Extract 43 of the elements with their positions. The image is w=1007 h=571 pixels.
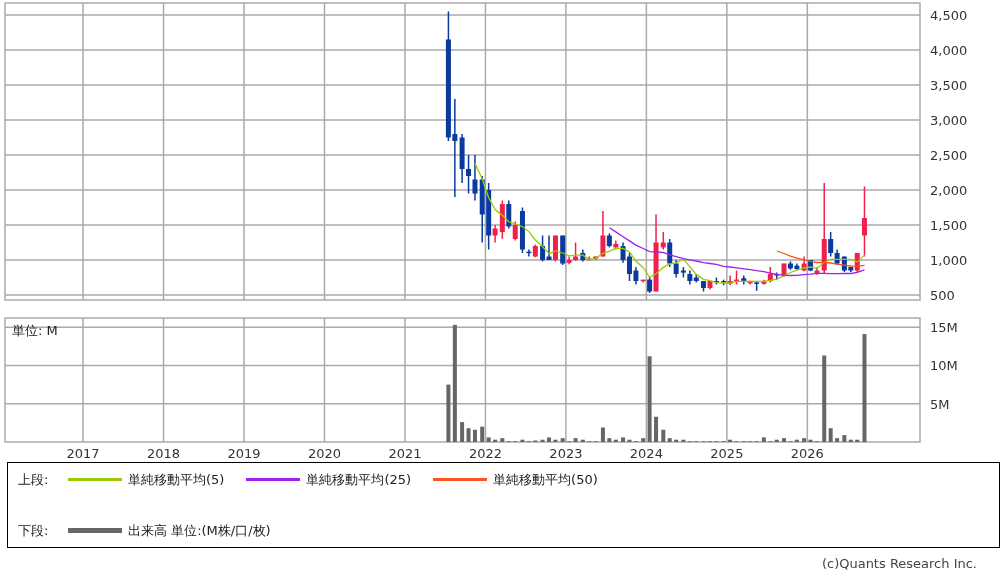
x-axis-label: 2018 (147, 446, 181, 461)
volume-bar (835, 438, 840, 442)
y-axis-label: 1,000 (930, 253, 968, 268)
x-axis-label: 2021 (388, 446, 422, 461)
legend-label: 単純移動平均(50) (493, 471, 598, 489)
volume-bar (493, 439, 498, 442)
y-axis-label: 1,500 (930, 218, 968, 233)
volume-bar (547, 437, 551, 442)
x-axis-label: 2025 (710, 446, 744, 461)
volume-bar (761, 437, 766, 442)
legend-label: 単純移動平均(25) (306, 471, 412, 489)
x-axis-label: 2019 (227, 446, 261, 461)
volume-bar (580, 439, 585, 442)
x-axis-label: 2022 (468, 446, 502, 461)
volume-bar (553, 439, 558, 442)
volume-bar (674, 439, 679, 442)
x-axis-label: 2024 (629, 446, 663, 461)
legend-section-label: 下段: (18, 521, 50, 540)
y-axis-label: 500 (930, 288, 955, 304)
unit-label: 単位: M (12, 323, 58, 338)
legend-section-label: 上段: (18, 471, 50, 489)
x-axis-label: 2020 (307, 446, 342, 461)
y-axis-label: 4,000 (930, 43, 968, 58)
volume-bar (855, 439, 860, 442)
y-axis-label: 3,500 (930, 78, 968, 93)
volume-bar (540, 439, 545, 442)
y-axis-label: 2,000 (930, 183, 968, 198)
x-axis-label: 2023 (549, 446, 583, 461)
y-axis-label: 2,500 (930, 148, 968, 163)
volume-bar (560, 438, 565, 442)
volume-bar (600, 427, 605, 442)
legend-label: 出来高 単位:(M株/口/枚) (128, 521, 271, 540)
y-axis-label: 5M (930, 396, 950, 412)
y-axis-label: 15M (930, 320, 958, 336)
volume-bar (654, 416, 659, 442)
x-axis-label: 2026 (790, 446, 824, 461)
y-axis-label: 10M (930, 358, 958, 374)
y-axis-label: 4,500 (930, 7, 968, 23)
legend-label: 単純移動平均(5) (128, 471, 225, 489)
volume-bar (782, 438, 786, 442)
copyright-text: (c)Quants Research Inc. (821, 555, 977, 571)
y-axis-label: 3,000 (930, 113, 968, 128)
x-axis-label: 2017 (66, 446, 100, 461)
